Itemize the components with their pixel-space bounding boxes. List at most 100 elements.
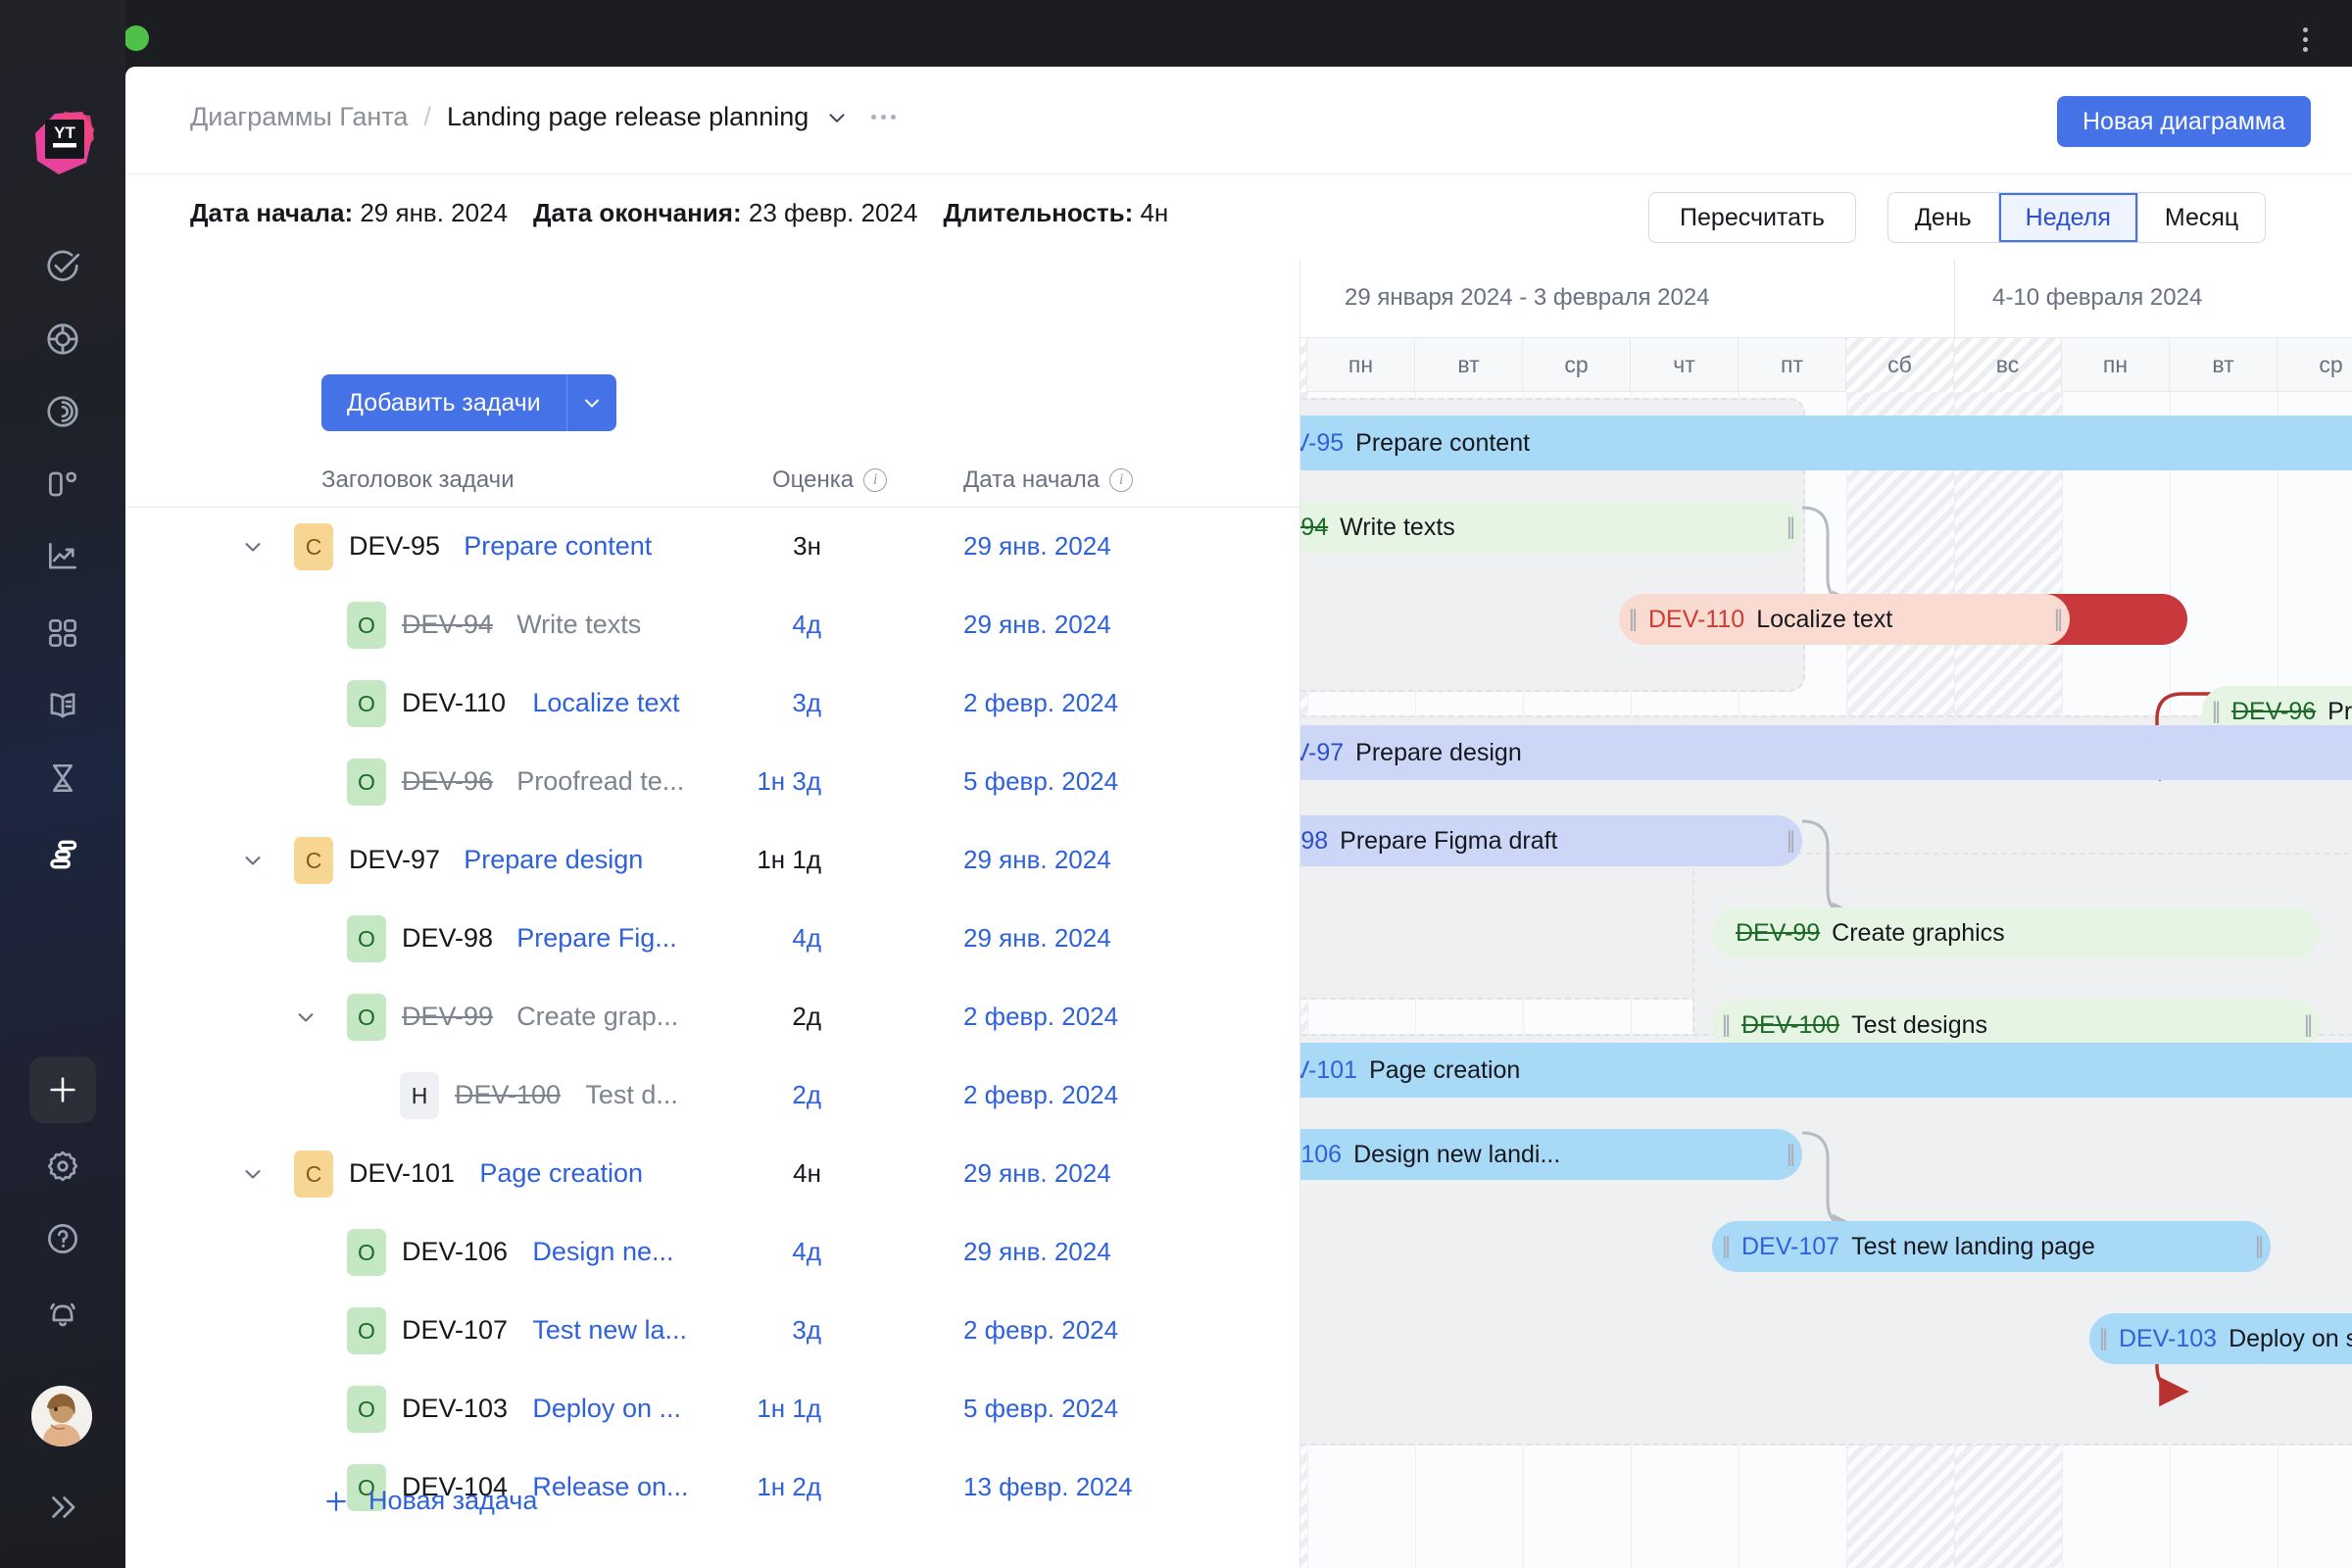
sidebar-item-gantt-charts[interactable] [20,829,106,880]
issue-summary[interactable]: Test new la... [532,1315,687,1346]
issue-estimate[interactable]: 1н 1д [674,845,821,875]
info-icon[interactable]: i [1109,468,1134,492]
issue-summary[interactable]: Localize text [532,688,679,718]
browser-menu-button[interactable] [2291,18,2319,61]
issue-start-date[interactable]: 29 янв. 2024 [963,610,1218,640]
bar-resize-handle-right[interactable]: || [1783,1141,1796,1168]
issue-estimate[interactable]: 2д [674,1080,821,1110]
recalculate-button[interactable]: Пересчитать [1648,192,1856,243]
issue-summary[interactable]: Write texts [516,610,641,640]
issue-id[interactable]: DEV-95 [349,531,440,562]
gantt-timeline-panel[interactable]: 29 января 2024 - 3 февраля 2024 4-10 февр… [1299,259,2352,1568]
issue-estimate[interactable]: 3н [674,531,821,562]
issue-start-date[interactable]: 2 февр. 2024 [963,1002,1218,1032]
gantt-group-bar[interactable]: DEV-95 Prepare content [1300,416,2352,470]
sidebar-item-reports[interactable] [20,386,106,437]
issue-estimate[interactable]: 1н 3д [674,766,821,797]
table-row[interactable]: H DEV-100 Test d... 2д 2 февр. 2024 [125,1056,1299,1135]
help-button[interactable] [20,1213,106,1264]
issue-summary[interactable]: Test d... [585,1080,678,1110]
issue-id[interactable]: DEV-106 [402,1237,508,1267]
issue-start-date[interactable]: 2 февр. 2024 [963,688,1218,718]
settings-button[interactable] [20,1141,106,1192]
issue-start-date[interactable]: 29 янв. 2024 [963,923,1218,954]
issue-id[interactable]: DEV-107 [402,1315,508,1346]
issue-estimate[interactable]: 4н [674,1158,821,1189]
timescale-day-button[interactable]: День [1888,193,1999,242]
user-avatar[interactable] [31,1386,92,1446]
add-tasks-button[interactable]: Добавить задачи [321,374,566,431]
column-header-title[interactable]: Заголовок задачи [321,466,514,494]
table-row[interactable]: O DEV-110 Localize text 3д 2 февр. 2024 [125,664,1299,743]
issue-summary[interactable]: Design ne... [532,1237,673,1267]
issue-start-date[interactable]: 29 янв. 2024 [963,845,1218,875]
bar-resize-handle-left[interactable]: || [1718,1011,1732,1039]
sidebar-item-issues[interactable] [20,241,106,292]
new-chart-button[interactable]: Новая диаграмма [2056,96,2311,147]
issue-summary[interactable]: Create grap... [516,1002,678,1032]
row-expand-toggle[interactable] [239,1160,267,1188]
issue-estimate[interactable]: 1н 2д [674,1472,821,1502]
issue-start-date[interactable]: 2 февр. 2024 [963,1080,1218,1110]
gantt-group-bar[interactable]: DEV-97 Prepare design [1300,725,2352,780]
table-row[interactable]: O DEV-98 Prepare Fig... 4д 29 янв. 2024 [125,900,1299,978]
issue-summary[interactable]: Deploy on ... [532,1394,681,1424]
sidebar-item-agile-boards[interactable] [20,314,106,365]
gantt-task-bar[interactable]: || DEV-107 Test new landing page || [1712,1221,2271,1272]
table-row[interactable]: O DEV-96 Proofread te... 1н 3д 5 февр. 2024 [125,743,1299,821]
issue-summary[interactable]: Prepare Fig... [516,923,677,954]
gantt-task-bar[interactable]: DEV-99 Create graphics [1712,907,2320,958]
bar-resize-handle-left[interactable]: || [1625,606,1639,633]
column-header-estimate[interactable]: Оценка i [772,466,888,494]
issue-estimate[interactable]: 1н 1д [674,1394,821,1424]
table-row[interactable]: O DEV-99 Create grap... 2д 2 февр. 2024 [125,978,1299,1056]
add-tasks-dropdown-button[interactable] [566,374,616,431]
gantt-task-bar[interactable]: ||DEV-103Deploy on stagi|| [2089,1313,2352,1364]
bar-resize-handle-left[interactable]: || [1718,1233,1732,1260]
table-row[interactable]: C DEV-101 Page creation 4н 29 янв. 2024 [125,1135,1299,1213]
bar-resize-handle-right[interactable]: || [2251,1233,2265,1260]
sidebar-item-timesheets[interactable] [20,753,106,804]
bar-resize-handle-left[interactable]: || [2095,1325,2109,1352]
notifications-button[interactable] [20,1288,106,1339]
table-row[interactable]: O DEV-103 Deploy on ... 1н 1д 5 февр. 2024 [125,1370,1299,1448]
issue-id[interactable]: DEV-96 [402,766,493,797]
issue-start-date[interactable]: 29 янв. 2024 [963,1237,1218,1267]
bar-resize-handle-right[interactable]: || [2050,606,2064,633]
issue-start-date[interactable]: 5 февр. 2024 [963,766,1218,797]
row-expand-toggle[interactable] [239,847,267,874]
column-header-start-date[interactable]: Дата начала i [963,466,1134,494]
sidebar-item-dashboards[interactable] [20,459,106,510]
sidebar-item-knowledge-base[interactable] [20,680,106,731]
issue-id[interactable]: DEV-103 [402,1394,508,1424]
chart-dropdown-button[interactable] [824,105,850,130]
table-row[interactable]: C DEV-97 Prepare design 1н 1д 29 янв. 2024 [125,821,1299,900]
issue-id[interactable]: DEV-110 [402,688,506,718]
table-row[interactable]: O DEV-104 Release on... 1н 2д 13 февр. 2024 [125,1448,1299,1527]
youtrack-logo-icon[interactable]: YT [25,106,100,180]
issue-estimate[interactable]: 4д [674,1237,821,1267]
gantt-canvas[interactable]: DEV-95 Prepare content || DEV-94 Write texts… [1300,392,2352,1568]
gantt-group-bar[interactable]: DEV-101 Page creation [1300,1043,2352,1098]
issue-id[interactable]: DEV-99 [402,1002,493,1032]
breadcrumb-root-link[interactable]: Диаграммы Ганта [190,102,408,132]
issue-summary[interactable]: Prepare design [464,845,643,875]
row-expand-toggle[interactable] [292,1004,319,1031]
issue-summary[interactable]: Prepare content [464,531,652,562]
sidebar-item-projects[interactable] [20,608,106,659]
issue-estimate[interactable]: 3д [674,688,821,718]
expand-sidebar-button[interactable] [20,1482,106,1533]
row-expand-toggle[interactable] [239,533,267,561]
bar-resize-handle-left[interactable]: || [2208,698,2222,725]
gantt-task-bar[interactable]: ||DEV-106Design new landi...|| [1300,1129,1802,1180]
issue-start-date[interactable]: 13 февр. 2024 [963,1472,1218,1502]
issue-id[interactable]: DEV-97 [349,845,440,875]
bar-resize-handle-right[interactable]: || [1783,827,1796,855]
issue-start-date[interactable]: 29 янв. 2024 [963,1158,1218,1189]
issue-estimate[interactable]: 4д [674,923,821,954]
issue-start-date[interactable]: 29 янв. 2024 [963,531,1218,562]
issue-id[interactable]: DEV-94 [402,610,493,640]
bar-resize-handle-right[interactable]: || [1783,514,1796,541]
issue-summary[interactable]: Release on... [532,1472,688,1502]
issue-start-date[interactable]: 2 февр. 2024 [963,1315,1218,1346]
